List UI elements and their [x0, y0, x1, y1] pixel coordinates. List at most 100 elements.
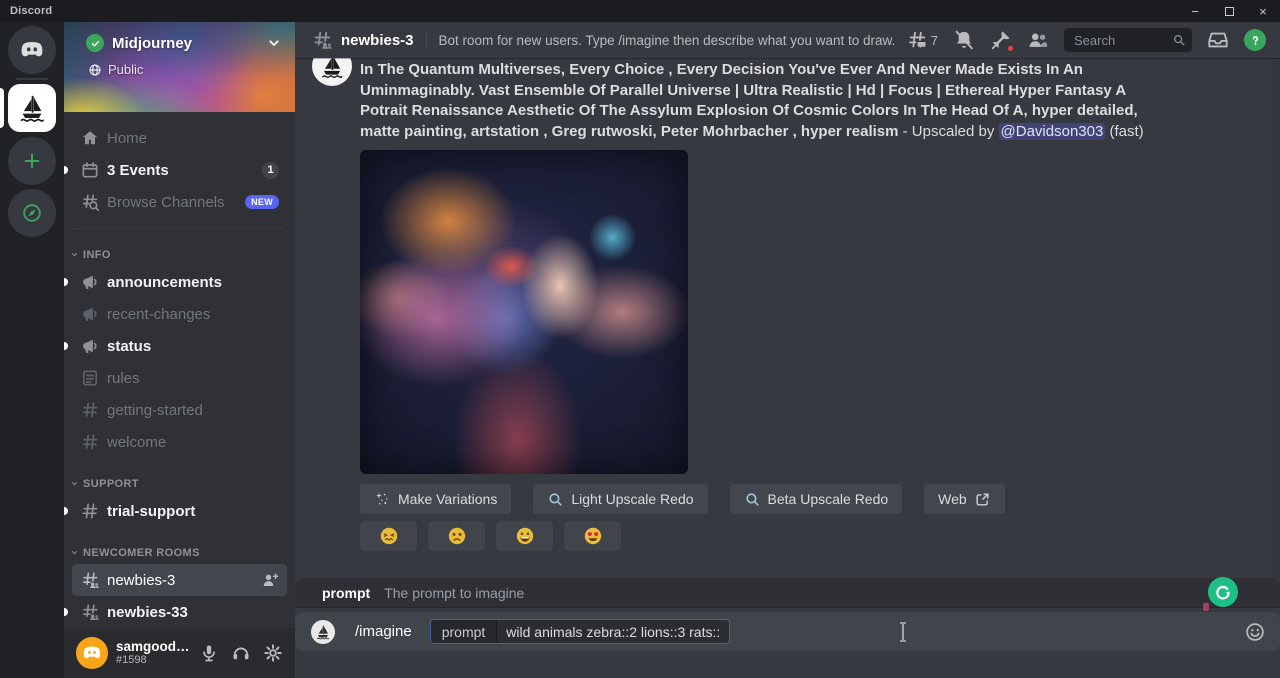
settings-gear-icon[interactable] [263, 643, 283, 663]
pinned-messages-button[interactable] [990, 29, 1012, 51]
grammarly-icon[interactable] [1208, 577, 1238, 607]
message-scroll-area: In The Quantum Multiverses, Every Choice… [295, 58, 1280, 578]
channel-welcome[interactable]: welcome [72, 426, 287, 458]
sidebar-item-home[interactable]: Home [72, 122, 287, 154]
threads-count: 7 [931, 33, 938, 48]
question-mark-icon [1248, 33, 1263, 48]
message-composer[interactable]: /imagine prompt wild animals zebra::2 li… [295, 612, 1280, 651]
discord-logo-icon [18, 36, 46, 64]
minimize-button[interactable]: − [1178, 0, 1212, 22]
prompt-value[interactable]: wild animals zebra::2 lions::3 rats:: [497, 624, 729, 640]
option-hint-name: prompt [322, 585, 370, 601]
inbox-icon[interactable] [1207, 29, 1229, 51]
chevron-down-icon[interactable] [266, 35, 282, 51]
mic-icon[interactable] [199, 643, 219, 663]
category-label: INFO [83, 249, 111, 261]
selected-server-pill [0, 88, 4, 128]
category-newcomer-rooms[interactable]: NEWCOMER ROOMS [64, 541, 295, 564]
close-button[interactable]: × [1246, 0, 1280, 22]
channel-status[interactable]: status [72, 330, 287, 362]
megaphone-icon [80, 304, 100, 324]
rail-divider [16, 78, 48, 80]
create-invite-icon[interactable] [261, 571, 279, 589]
channel-newbies-3[interactable]: newbies-3 [72, 564, 287, 596]
category-info[interactable]: INFO [64, 243, 295, 266]
emoji-picker-icon[interactable] [1244, 621, 1266, 643]
username: samgoodw... [116, 640, 191, 655]
channel-label: trial-support [107, 503, 279, 520]
search-icon [1172, 33, 1186, 47]
message: In The Quantum Multiverses, Every Choice… [360, 60, 1170, 551]
search-input[interactable] [1072, 32, 1168, 49]
user-identity[interactable]: samgoodw... #1598 [116, 640, 191, 667]
channel-recent-changes[interactable]: recent-changes [72, 298, 287, 330]
events-count-badge: 1 [262, 162, 279, 179]
channel-topic[interactable]: Bot room for new users. Type /imagine th… [439, 33, 894, 48]
imagine-bot-avatar [311, 620, 335, 644]
maximize-button[interactable] [1212, 0, 1246, 22]
message-actions: Make Variations Light Upscale Redo Beta … [360, 484, 1170, 514]
server-banner[interactable]: Midjourney Public [64, 22, 295, 112]
home-server-button[interactable] [8, 26, 56, 74]
channel-label: welcome [107, 434, 279, 451]
web-button[interactable]: Web [924, 484, 1005, 514]
sparkles-icon [374, 491, 391, 508]
hash-people-icon [311, 29, 333, 51]
command-option-hint[interactable]: prompt The prompt to imagine [295, 578, 1280, 608]
channel-newbies-33[interactable]: newbies-33 [72, 596, 287, 628]
channel-label: newbies-3 [107, 572, 254, 589]
title-bar: Discord − × [0, 0, 1280, 22]
hash-icon [80, 432, 100, 452]
prompt-option-field[interactable]: prompt wild animals zebra::2 lions::3 ra… [430, 619, 731, 644]
message-text: In The Quantum Multiverses, Every Choice… [360, 60, 1170, 142]
channel-trial-support[interactable]: trial-support [72, 495, 287, 527]
rules-icon [80, 368, 100, 388]
channel-list: Home 3 Events 1 Browse Channels NEW INFO [64, 112, 295, 628]
make-variations-button[interactable]: Make Variations [360, 484, 511, 514]
upscaled-by-text: - Upscaled by [903, 123, 995, 140]
add-server-button[interactable] [8, 137, 56, 185]
generated-image[interactable] [360, 150, 688, 474]
button-label: Light Upscale Redo [571, 491, 693, 507]
sidebar-item-browse-channels[interactable]: Browse Channels NEW [72, 186, 287, 218]
beta-upscale-redo-button[interactable]: Beta Upscale Redo [730, 484, 903, 514]
reaction-disappointed[interactable] [428, 521, 485, 551]
user-avatar[interactable] [76, 637, 108, 669]
verified-badge-icon [86, 34, 104, 52]
speed-mode-text: (fast) [1110, 123, 1144, 140]
browse-channels-icon [80, 192, 100, 212]
reaction-grinning[interactable] [496, 521, 553, 551]
light-upscale-redo-button[interactable]: Light Upscale Redo [533, 484, 707, 514]
unread-pill [64, 608, 68, 616]
bot-avatar[interactable] [312, 58, 352, 86]
channel-title: newbies-3 [341, 32, 414, 49]
magnifier-icon [547, 491, 564, 508]
window-controls: − × [1178, 0, 1280, 22]
hash-icon [80, 501, 100, 521]
sidebar-item-events[interactable]: 3 Events 1 [72, 154, 287, 186]
main-content: newbies-3 Bot room for new users. Type /… [295, 22, 1280, 678]
category-chevron-icon [70, 479, 79, 488]
globe-icon [88, 63, 102, 77]
server-rail [0, 22, 64, 678]
button-label: Web [938, 491, 967, 507]
channel-announcements[interactable]: announcements [72, 266, 287, 298]
button-label: Beta Upscale Redo [768, 491, 889, 507]
reaction-heart-eyes[interactable] [564, 521, 621, 551]
member-list-icon[interactable] [1027, 29, 1049, 51]
category-support[interactable]: SUPPORT [64, 472, 295, 495]
help-button[interactable] [1244, 29, 1266, 51]
channel-label: rules [107, 370, 279, 387]
notifications-muted-icon[interactable] [953, 29, 975, 51]
midjourney-server-button[interactable] [8, 84, 56, 132]
channel-rules[interactable]: rules [72, 362, 287, 394]
chat-scrollbar[interactable] [1273, 58, 1280, 578]
reaction-confounded[interactable] [360, 521, 417, 551]
user-mention[interactable]: @Davidson303 [999, 123, 1106, 140]
search-box[interactable] [1064, 28, 1192, 52]
channel-header: newbies-3 Bot room for new users. Type /… [295, 22, 1280, 58]
explore-servers-button[interactable] [8, 189, 56, 237]
threads-button[interactable]: 7 [906, 29, 938, 51]
headphones-icon[interactable] [231, 643, 251, 663]
channel-getting-started[interactable]: getting-started [72, 394, 287, 426]
